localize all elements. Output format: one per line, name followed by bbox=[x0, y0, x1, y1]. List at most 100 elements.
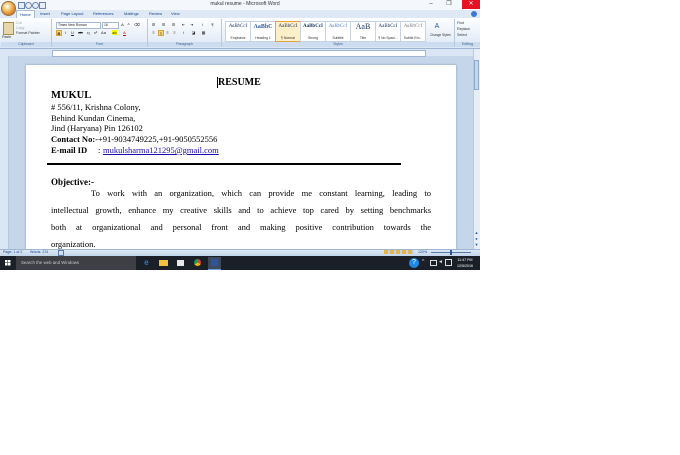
shading-icon[interactable]: ◪ bbox=[191, 30, 196, 35]
tab-page-layout[interactable]: Page Layout bbox=[58, 10, 86, 18]
previous-page-icon[interactable]: ▲ bbox=[474, 230, 479, 235]
style-heading-1[interactable]: AaBbC Heading 1 bbox=[250, 21, 276, 42]
italic-button[interactable]: I bbox=[63, 30, 68, 35]
sort-icon[interactable]: ↕ bbox=[200, 22, 205, 27]
tab-references[interactable]: References bbox=[90, 10, 116, 18]
maximize-button[interactable]: ❐ bbox=[442, 0, 456, 9]
file-explorer-icon[interactable] bbox=[157, 257, 170, 269]
clipboard-group-label: Clipboard bbox=[1, 42, 51, 47]
word-taskbar-icon[interactable] bbox=[208, 257, 221, 270]
zoom-level[interactable]: 120% bbox=[418, 249, 427, 255]
tab-view[interactable]: View bbox=[168, 10, 183, 18]
paste-label[interactable]: Paste bbox=[2, 35, 11, 39]
justify-icon[interactable]: ≡ bbox=[172, 30, 177, 35]
tab-home[interactable]: Home bbox=[16, 10, 35, 18]
email-label: E-mail ID bbox=[51, 145, 88, 155]
cut-button[interactable]: Cut bbox=[16, 21, 22, 25]
undo-icon[interactable] bbox=[25, 2, 32, 9]
style-sample: AaBbCcI bbox=[278, 24, 298, 29]
change-case-button[interactable]: Aa bbox=[101, 30, 106, 35]
style-title[interactable]: AaB Title bbox=[350, 21, 376, 42]
help-icon[interactable] bbox=[471, 11, 477, 17]
line-spacing-icon[interactable]: ↕ bbox=[181, 30, 186, 35]
style-subtle-emphasis[interactable]: AaBbCcI Subtle Em... bbox=[400, 21, 426, 42]
email-value[interactable]: mukulsharma121295@gmail.com bbox=[103, 145, 219, 155]
style-name: Title bbox=[359, 36, 367, 40]
format-painter-button[interactable]: Format Painter bbox=[16, 31, 40, 35]
clear-format-icon[interactable]: ⌫ bbox=[134, 22, 140, 27]
redo-icon[interactable] bbox=[32, 2, 39, 9]
scrollbar-thumb[interactable] bbox=[474, 60, 479, 90]
style-subtitle[interactable]: AaBbCcI Subtitle bbox=[325, 21, 351, 42]
word-count[interactable]: Words: 374 bbox=[30, 249, 48, 255]
view-buttons[interactable] bbox=[384, 250, 414, 254]
decrease-indent-icon[interactable]: ⇤ bbox=[181, 22, 186, 27]
address-line: Behind Kundan Cinema, bbox=[51, 112, 136, 123]
style-normal[interactable]: AaBbCcI ¶ Normal bbox=[275, 21, 301, 42]
show-formatting-icon[interactable]: ¶ bbox=[210, 22, 215, 27]
save-icon[interactable] bbox=[18, 2, 25, 9]
chrome-icon[interactable] bbox=[191, 257, 204, 269]
align-left-icon[interactable]: ≡ bbox=[151, 30, 156, 35]
font-color-icon[interactable]: A bbox=[122, 30, 127, 35]
font-group: Times New Roman 16 A A ⌫ B I U ab x₂ x² … bbox=[52, 19, 148, 47]
tab-mailings[interactable]: Mailings bbox=[121, 10, 142, 18]
close-button[interactable]: ✕ bbox=[462, 0, 480, 9]
volume-icon[interactable]: ◄ bbox=[438, 259, 443, 265]
borders-icon[interactable]: ▦ bbox=[201, 30, 206, 35]
style-strong[interactable]: AaBbCcI Strong bbox=[300, 21, 326, 42]
underline-button[interactable]: U bbox=[70, 30, 75, 35]
paste-icon[interactable] bbox=[3, 22, 14, 35]
grow-font-icon[interactable]: A bbox=[120, 22, 125, 27]
battery-icon[interactable] bbox=[430, 260, 437, 266]
style-emphasis[interactable]: AaBbCcI Emphasis bbox=[225, 21, 251, 42]
select-button[interactable]: Select bbox=[457, 33, 467, 37]
select-browse-object-icon[interactable]: ● bbox=[474, 236, 479, 241]
objective-line: intellectual growth, enhance my creative… bbox=[51, 205, 431, 215]
print-icon[interactable] bbox=[39, 2, 46, 9]
style-no-spacing[interactable]: AaBbCcI ¶ No Spaci... bbox=[375, 21, 401, 42]
shrink-font-icon[interactable]: A bbox=[126, 22, 131, 27]
page-count[interactable]: Page: 1 of 2 bbox=[3, 249, 22, 255]
minimize-button[interactable]: – bbox=[424, 0, 438, 9]
ruler-track[interactable] bbox=[52, 50, 426, 57]
edge-icon[interactable]: e bbox=[140, 257, 153, 269]
notification-icon[interactable] bbox=[445, 259, 452, 266]
style-sample: AaBbCcI bbox=[302, 24, 323, 29]
replace-button[interactable]: Replace bbox=[457, 27, 470, 31]
styles-group-label: Styles bbox=[222, 42, 454, 47]
start-button[interactable] bbox=[0, 256, 16, 270]
office-button[interactable] bbox=[1, 1, 16, 16]
numbering-icon[interactable]: ☰ bbox=[161, 22, 166, 27]
find-button[interactable]: Find bbox=[457, 21, 464, 25]
tray-clock[interactable]: 11:47 PM 12/5/2016 bbox=[452, 257, 478, 269]
align-center-icon[interactable]: ≡ bbox=[158, 30, 164, 36]
change-styles-icon[interactable]: A bbox=[432, 22, 442, 32]
store-icon[interactable] bbox=[174, 257, 187, 269]
align-right-icon[interactable]: ≡ bbox=[165, 30, 170, 35]
style-name: ¶ No Spaci... bbox=[378, 36, 398, 40]
bold-button[interactable]: B bbox=[56, 30, 62, 36]
document-page[interactable]: RESUME MUKUL # 556/11, Krishna Colony, B… bbox=[26, 65, 456, 249]
change-styles-button[interactable]: Change Styles bbox=[430, 33, 451, 37]
highlight-icon[interactable]: ab bbox=[112, 30, 117, 35]
help-question-icon[interactable]: ? bbox=[409, 258, 419, 268]
style-name: ¶ Normal bbox=[281, 36, 295, 40]
subscript-button[interactable]: x₂ bbox=[86, 30, 91, 35]
font-name-combo[interactable]: Times New Roman bbox=[56, 22, 101, 29]
next-page-icon[interactable]: ▼ bbox=[474, 242, 479, 247]
tray-arrow-icon[interactable]: ^ bbox=[422, 259, 424, 265]
style-name: Emphasis bbox=[230, 36, 246, 40]
tab-review[interactable]: Review bbox=[146, 10, 165, 18]
superscript-button[interactable]: x² bbox=[93, 30, 98, 35]
bullets-icon[interactable]: ☰ bbox=[151, 22, 156, 27]
copy-button[interactable]: Copy bbox=[16, 26, 24, 30]
strikethrough-button[interactable]: ab bbox=[78, 30, 83, 35]
font-size-combo[interactable]: 16 bbox=[102, 22, 119, 29]
tab-insert[interactable]: Insert bbox=[37, 10, 53, 18]
increase-indent-icon[interactable]: ⇥ bbox=[189, 22, 194, 27]
search-placeholder[interactable]: Search the web and Windows bbox=[21, 256, 79, 270]
zoom-slider-thumb[interactable] bbox=[450, 250, 452, 255]
email-link[interactable]: mukulsharma121295@gmail.com bbox=[103, 145, 219, 155]
multilevel-list-icon[interactable]: ☰ bbox=[171, 22, 176, 27]
